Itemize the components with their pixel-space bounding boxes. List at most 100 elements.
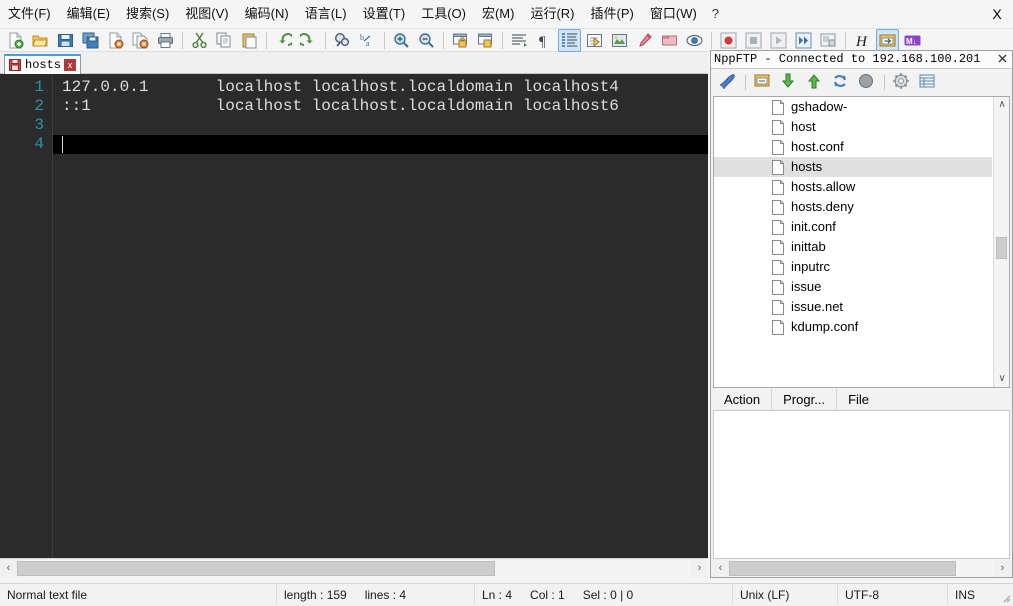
list-item[interactable]: inputrc	[714, 257, 992, 277]
close-file-icon[interactable]	[104, 29, 127, 52]
menu-edit[interactable]: 编辑(E)	[60, 3, 117, 25]
scrollbar-track[interactable]	[729, 559, 994, 577]
list-item[interactable]: gshadow-	[714, 97, 992, 117]
list-item[interactable]: issue	[714, 277, 992, 297]
menu-language[interactable]: 语言(L)	[298, 3, 354, 25]
file-icon	[772, 99, 784, 115]
new-file-icon[interactable]	[4, 29, 27, 52]
paste-icon[interactable]	[238, 29, 261, 52]
list-item[interactable]: inittab	[714, 237, 992, 257]
settings-icon[interactable]	[891, 71, 913, 93]
nppftp-horizontal-scrollbar[interactable]: ‹ ›	[712, 559, 1011, 577]
menu-help[interactable]: ?	[706, 3, 725, 25]
sync-horizontal-icon[interactable]	[474, 29, 497, 52]
menu-search[interactable]: 搜索(S)	[119, 3, 176, 25]
list-item[interactable]: init.conf	[714, 217, 992, 237]
nppftp-close-button[interactable]	[996, 53, 1009, 66]
document-map-icon[interactable]	[633, 29, 656, 52]
code-editor[interactable]: 1 2 3 4 127.0.0.1 localhost localhost.lo…	[0, 74, 708, 558]
list-item[interactable]: kdump.conf	[714, 317, 992, 337]
list-item-selected[interactable]: hosts	[714, 157, 992, 177]
file-list-vertical-scrollbar[interactable]: ∧ ∨	[993, 97, 1009, 387]
download-icon[interactable]	[778, 71, 800, 93]
menu-run[interactable]: 运行(R)	[523, 3, 581, 25]
menu-encoding[interactable]: 编码(N)	[238, 3, 296, 25]
ftp-tab-action[interactable]: Action	[713, 389, 773, 410]
connect-icon[interactable]	[717, 71, 739, 93]
copy-icon[interactable]	[213, 29, 236, 52]
print-icon[interactable]	[154, 29, 177, 52]
menu-settings[interactable]: 设置(T)	[356, 3, 413, 25]
npp-ftp-icon[interactable]	[876, 28, 899, 52]
playback-macro-icon[interactable]	[767, 29, 790, 52]
close-all-icon[interactable]	[129, 29, 152, 52]
window-resize-grip[interactable]	[999, 591, 1011, 603]
list-item[interactable]: host.conf	[714, 137, 992, 157]
undo-icon[interactable]	[272, 29, 295, 52]
ftp-tab-progress[interactable]: Progr...	[772, 389, 838, 410]
list-item[interactable]: hosts.allow	[714, 177, 992, 197]
scroll-right-arrow-icon[interactable]: ›	[994, 559, 1011, 577]
indent-guide-icon[interactable]	[558, 28, 581, 52]
save-all-icon[interactable]	[79, 29, 102, 52]
replace-icon[interactable]: b a	[356, 29, 379, 52]
ftp-tab-file[interactable]: File	[837, 389, 880, 410]
menu-macro[interactable]: 宏(M)	[475, 3, 522, 25]
record-macro-icon[interactable]	[717, 29, 740, 52]
file-icon	[772, 299, 784, 315]
find-icon[interactable]	[331, 29, 354, 52]
status-eol-format[interactable]: Unix (LF)	[733, 584, 838, 605]
scroll-left-arrow-icon[interactable]: ‹	[0, 559, 17, 577]
menu-file[interactable]: 文件(F)	[1, 3, 58, 25]
list-item[interactable]: host	[714, 117, 992, 137]
status-file-type-label: Normal text file	[7, 587, 88, 602]
refresh-icon[interactable]	[830, 71, 852, 93]
upload-icon[interactable]	[804, 71, 826, 93]
status-length-lines: length : 159 lines : 4	[277, 584, 475, 605]
messages-icon[interactable]	[917, 71, 939, 93]
redo-icon[interactable]	[297, 29, 320, 52]
tab-hosts[interactable]: hosts x	[4, 54, 82, 74]
scrollbar-thumb[interactable]	[996, 237, 1007, 259]
sync-vertical-icon[interactable]	[449, 29, 472, 52]
window-close-button[interactable]: X	[987, 4, 1007, 24]
word-wrap-icon[interactable]	[508, 29, 531, 52]
toolbar-separator	[711, 31, 712, 49]
status-encoding[interactable]: UTF-8	[838, 584, 948, 605]
scroll-down-arrow-icon[interactable]: ∨	[994, 371, 1009, 387]
user-defined-language-icon[interactable]	[608, 29, 631, 52]
editor-horizontal-scrollbar[interactable]: ‹ ›	[0, 558, 708, 577]
show-all-chars-icon[interactable]: ¶	[533, 29, 556, 52]
menu-tools[interactable]: 工具(O)	[414, 3, 473, 25]
open-dir-icon[interactable]	[752, 71, 774, 93]
run-macro-multiple-icon[interactable]	[792, 29, 815, 52]
list-item[interactable]: issue.net	[714, 297, 992, 317]
menu-view[interactable]: 视图(V)	[178, 3, 235, 25]
scroll-up-arrow-icon[interactable]: ∧	[994, 97, 1009, 113]
zoom-in-icon[interactable]	[390, 29, 413, 52]
cut-icon[interactable]	[188, 29, 211, 52]
list-item[interactable]: hosts.deny	[714, 197, 992, 217]
stop-record-macro-icon[interactable]	[742, 29, 765, 52]
html-tag-icon[interactable]: H	[851, 29, 874, 52]
editor-text-area[interactable]: 127.0.0.1 localhost localhost.localdomai…	[53, 74, 708, 558]
scroll-right-arrow-icon[interactable]: ›	[691, 559, 708, 577]
save-icon[interactable]	[54, 29, 77, 52]
save-macro-icon[interactable]	[817, 29, 840, 52]
menu-window[interactable]: 窗口(W)	[643, 3, 704, 25]
scrollbar-track[interactable]	[17, 559, 691, 577]
scroll-left-arrow-icon[interactable]: ‹	[712, 559, 729, 577]
markdown-icon[interactable]: M↓	[901, 29, 924, 52]
ui-show-icon[interactable]	[583, 29, 606, 52]
zoom-out-icon[interactable]	[415, 29, 438, 52]
abort-icon[interactable]	[856, 71, 878, 93]
folder-as-workspace-icon[interactable]	[683, 29, 706, 52]
nppftp-log-area[interactable]	[713, 411, 1010, 559]
menu-plugins[interactable]: 插件(P)	[584, 3, 641, 25]
open-file-icon[interactable]	[29, 29, 52, 52]
scrollbar-thumb[interactable]	[17, 560, 495, 576]
remote-file-list[interactable]: gshadow- host host.conf hosts hosts.allo…	[713, 96, 1010, 388]
scrollbar-thumb[interactable]	[729, 560, 956, 576]
tab-close-button[interactable]: x	[64, 59, 77, 71]
function-list-icon[interactable]	[658, 29, 681, 52]
